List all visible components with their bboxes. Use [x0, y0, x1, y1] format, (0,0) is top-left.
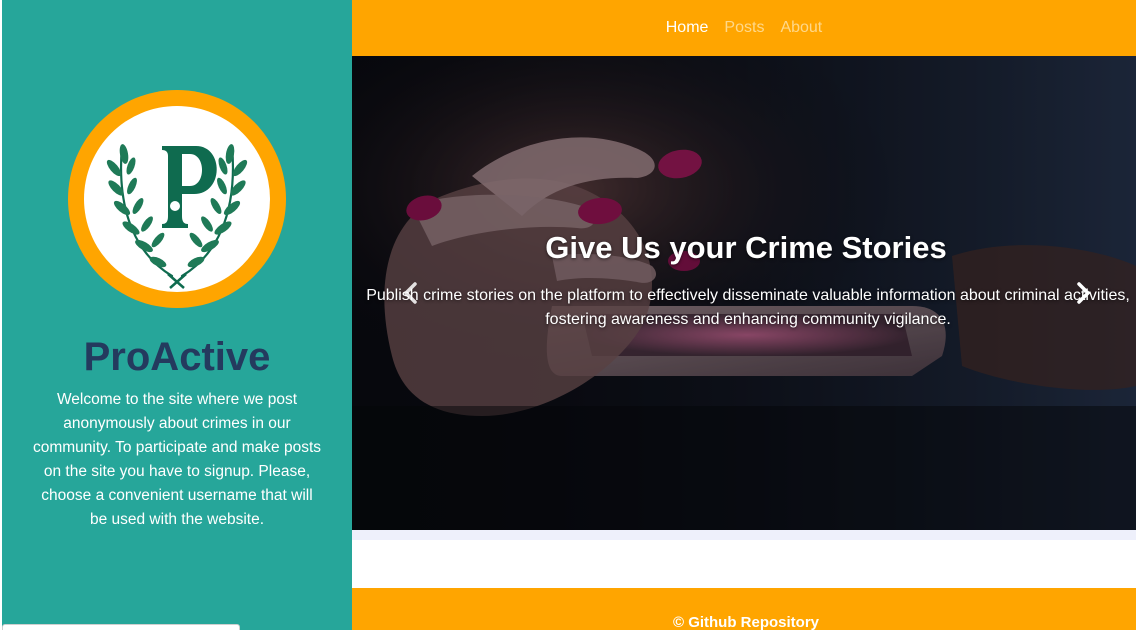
carousel-text: Publish crime stories on the platform to…	[366, 287, 1130, 328]
page: ProActive Welcome to the site where we p…	[0, 0, 1136, 630]
footer: © Github Repository	[352, 588, 1136, 630]
carousel-prev-button[interactable]	[396, 278, 426, 308]
logo	[84, 106, 270, 292]
laurel-p-logo-icon	[106, 144, 248, 289]
hero-carousel: Give Us your Crime Stories Publish crime…	[352, 56, 1136, 530]
carousel-title: Give Us your Crime Stories	[545, 230, 947, 265]
nav-home-link[interactable]: Home	[666, 19, 709, 37]
carousel-bottom-strip	[352, 530, 1136, 540]
brand-title: ProActive	[83, 335, 271, 379]
welcome-text: Welcome to the site where we post anonym…	[32, 391, 322, 528]
github-repository-link[interactable]: © Github Repository	[352, 614, 1136, 630]
logo-ring	[68, 90, 286, 308]
top-nav: Home Posts About	[352, 0, 1136, 56]
chevron-right-icon	[1077, 282, 1090, 304]
nav-about-link[interactable]: About	[780, 19, 822, 37]
sidebar: ProActive Welcome to the site where we p…	[2, 0, 352, 630]
nav-posts-link[interactable]: Posts	[724, 19, 764, 37]
chevron-left-icon	[404, 282, 417, 304]
bottom-widget	[2, 624, 240, 630]
carousel-next-button[interactable]	[1068, 278, 1098, 308]
